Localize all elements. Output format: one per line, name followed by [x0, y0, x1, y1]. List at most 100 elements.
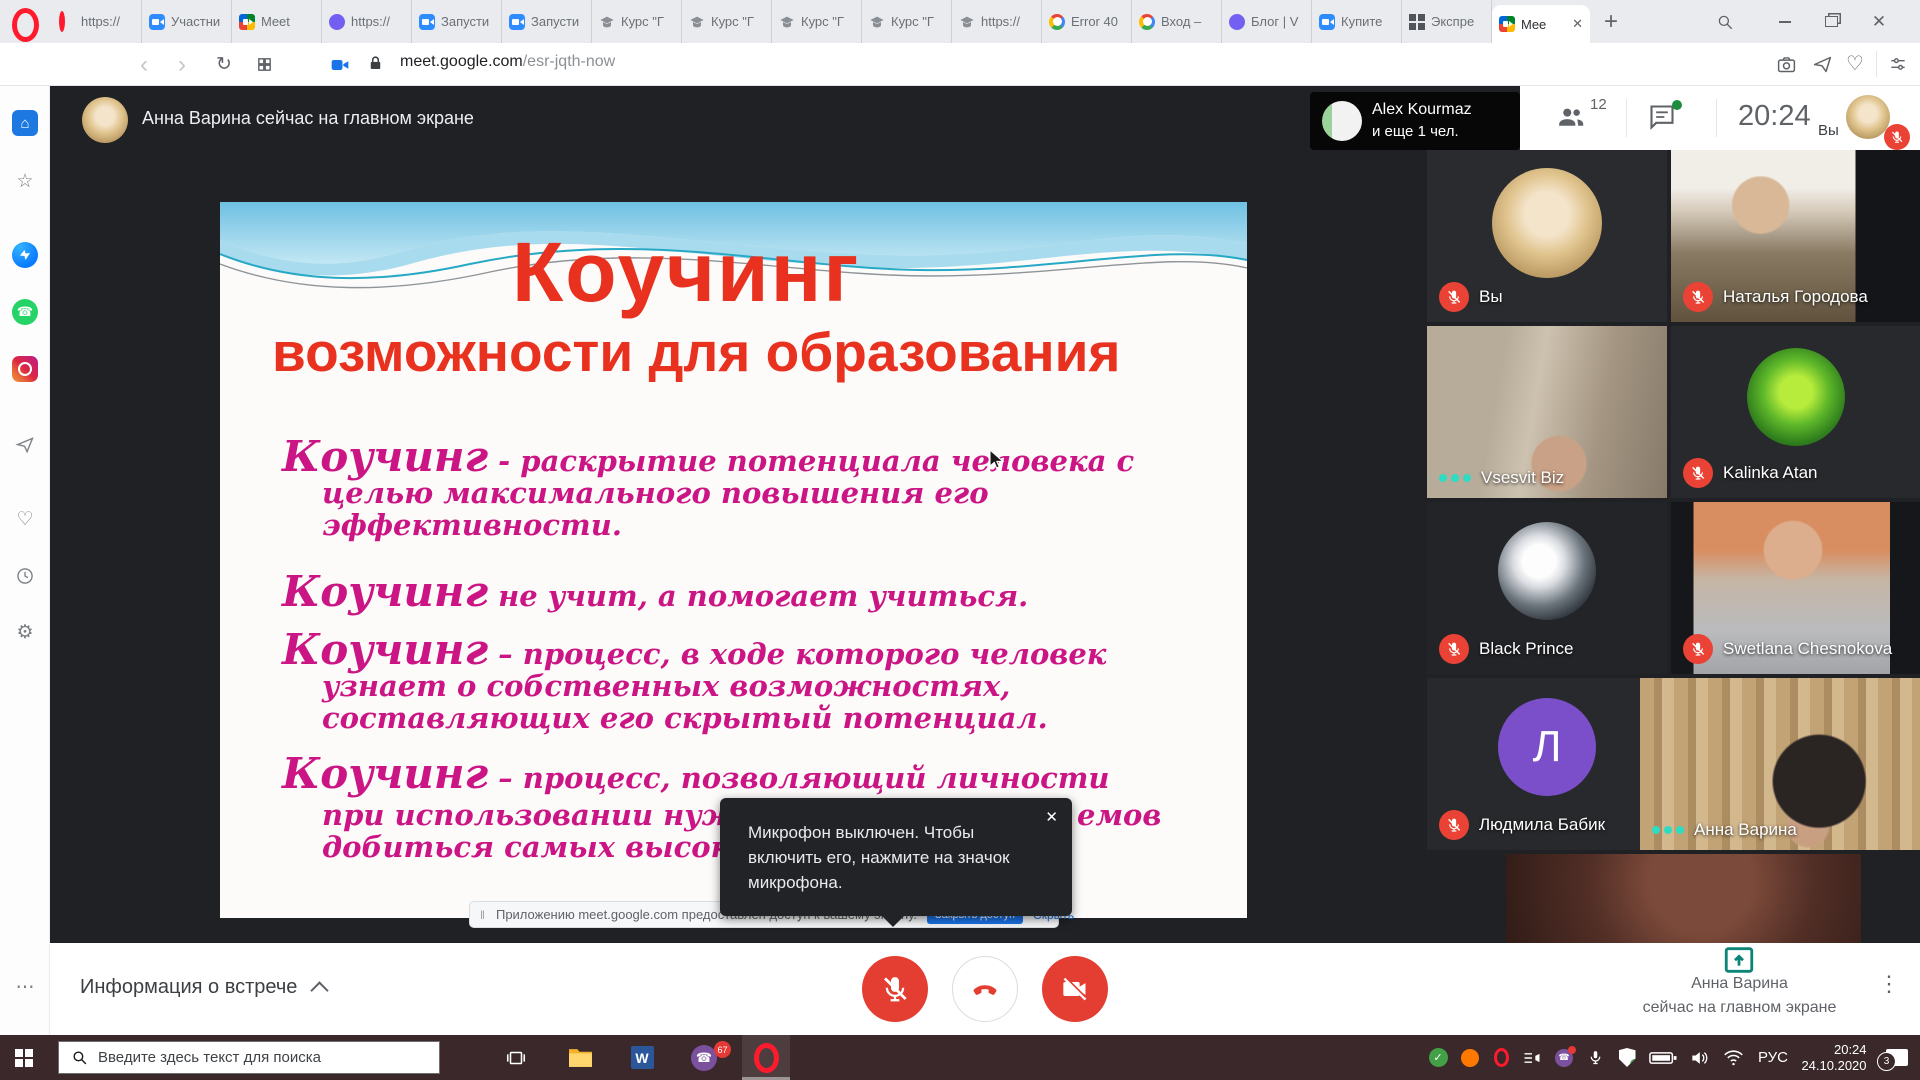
word-button[interactable]: W	[618, 1035, 666, 1080]
participants-icon[interactable]	[1556, 102, 1586, 132]
tab-https-2[interactable]: https://	[952, 0, 1042, 43]
settings-gear-icon[interactable]: ⚙	[12, 619, 38, 645]
window-close-button[interactable]: ✕	[1854, 0, 1904, 43]
participant-tile-kalinka[interactable]: Kalinka Atan	[1671, 326, 1920, 498]
tab-meet-active[interactable]: Mee✕	[1492, 5, 1590, 43]
participant-tile-vsesvit[interactable]: Vsesvit Biz	[1427, 326, 1667, 498]
participant-tile-partial[interactable]	[1506, 854, 1861, 943]
share-send-icon[interactable]	[1812, 54, 1833, 75]
tab-zoom-zapusti-2[interactable]: Запусти	[502, 0, 592, 43]
bookmark-heart-icon[interactable]: ♡	[1846, 51, 1864, 76]
tray-sync-ok-icon[interactable]: ✓	[1422, 1035, 1454, 1080]
action-center-button[interactable]: 3	[1874, 1035, 1920, 1080]
tab-vhod[interactable]: Вход –	[1132, 0, 1222, 43]
tray-defender-icon[interactable]	[1610, 1035, 1644, 1080]
tune-settings-icon[interactable]	[1888, 54, 1908, 74]
forward-icon[interactable]: ›	[178, 45, 186, 85]
graduation-cap-icon	[869, 14, 885, 30]
drag-handle-icon[interactable]: ‖	[480, 908, 486, 922]
participant-tile-lyudmila[interactable]: Л Людмила Бабик	[1427, 678, 1667, 850]
history-clock-icon[interactable]	[12, 563, 38, 589]
tab-viber-https[interactable]: https://	[322, 0, 412, 43]
url-host: meet.google.com	[400, 53, 523, 71]
tray-volume-mixer-icon[interactable]	[1516, 1035, 1548, 1080]
participant-tile-you[interactable]: Вы	[1427, 150, 1667, 322]
instagram-icon[interactable]	[12, 356, 38, 382]
search-icon	[71, 1049, 88, 1066]
meeting-info-button[interactable]: Информация о встрече	[80, 976, 326, 999]
speaking-indicator-icon	[1439, 474, 1471, 482]
tab-kurs-3[interactable]: Курс "Г	[772, 0, 862, 43]
window-minimize-button[interactable]	[1762, 0, 1808, 43]
participant-tile-natalia[interactable]: Наталья Городова	[1671, 150, 1920, 322]
presenting-icon[interactable]	[1722, 943, 1756, 977]
task-view-button[interactable]	[492, 1035, 540, 1080]
messenger-icon[interactable]	[12, 242, 38, 268]
participant-tile-swetlana[interactable]: Swetlana Chesnokova	[1671, 502, 1920, 674]
tooltip-close-icon[interactable]: ✕	[1045, 808, 1058, 826]
camera-permission-icon[interactable]	[330, 55, 350, 75]
sidebar-more-icon[interactable]: ⋯	[12, 974, 38, 1000]
taskbar-search-box[interactable]: Введите здесь текст для поиска	[58, 1041, 440, 1074]
hangup-button[interactable]	[952, 956, 1018, 1022]
tab-https-1[interactable]: https://	[52, 0, 142, 43]
tab-meet-1[interactable]: Meet	[232, 0, 322, 43]
lock-icon[interactable]	[366, 54, 385, 73]
bookmarks-star-icon[interactable]: ☆	[12, 168, 38, 194]
tab-kurs-2[interactable]: Курс "Г	[682, 0, 772, 43]
participants-pill[interactable]: Alex Kourmaz и еще 1 чел.	[1310, 92, 1520, 150]
tray-microphone-icon[interactable]	[1580, 1035, 1610, 1080]
tab-error[interactable]: Error 40	[1042, 0, 1132, 43]
tab-search-icon[interactable]	[1700, 0, 1750, 43]
participant-name: Swetlana Chesnokova	[1723, 639, 1892, 659]
url-field[interactable]: meet.google.com/esr-jqth-now	[400, 53, 615, 71]
tray-time: 20:24	[1801, 1042, 1866, 1058]
tab-close-icon[interactable]: ✕	[1570, 16, 1583, 32]
tray-clock[interactable]: 20:2424.10.2020	[1796, 1035, 1872, 1080]
tab-kurs-4[interactable]: Курс "Г	[862, 0, 952, 43]
new-tab-button[interactable]: +	[1590, 8, 1632, 36]
tab-kupite[interactable]: Купите	[1312, 0, 1402, 43]
speed-dial-grid-icon[interactable]	[256, 56, 273, 73]
tray-wifi-icon[interactable]	[1716, 1035, 1750, 1080]
camera-toggle-button[interactable]	[1042, 956, 1108, 1022]
opera-menu-icon[interactable]	[12, 8, 39, 42]
file-explorer-button[interactable]	[556, 1035, 604, 1080]
opera-button[interactable]	[742, 1035, 790, 1080]
snapshot-camera-icon[interactable]	[1776, 54, 1797, 75]
tray-avast-icon[interactable]	[1454, 1035, 1486, 1080]
mic-muted-icon	[1683, 634, 1713, 664]
opera-icon	[754, 1043, 779, 1073]
self-avatar[interactable]	[1846, 95, 1890, 139]
personal-news-heart-icon[interactable]: ♡	[12, 506, 38, 532]
window-restore-button[interactable]	[1808, 0, 1854, 43]
tab-express[interactable]: Экспре	[1402, 0, 1492, 43]
participant-tile-anna[interactable]: Анна Варина	[1640, 678, 1920, 850]
tab-zoom-uchastni[interactable]: Участни	[142, 0, 232, 43]
slide-paragraph-4: Коучинг– процесс, позволяющий личности	[282, 762, 1110, 794]
back-icon[interactable]: ‹	[140, 45, 148, 85]
mic-toggle-button[interactable]	[862, 956, 928, 1022]
tab-kurs-1[interactable]: Курс "Г	[592, 0, 682, 43]
graduation-cap-icon	[599, 14, 615, 30]
my-flow-icon[interactable]	[12, 432, 38, 458]
tray-opera-icon[interactable]	[1486, 1035, 1516, 1080]
whatsapp-icon[interactable]: ☎	[12, 299, 38, 325]
notification-badge: 3	[1878, 1053, 1895, 1070]
tray-language[interactable]: РУС	[1750, 1035, 1796, 1080]
participant-tile-blackprince[interactable]: Black Prince	[1427, 502, 1667, 674]
start-button[interactable]	[0, 1035, 48, 1080]
tray-speaker-icon[interactable]	[1682, 1035, 1716, 1080]
tray-viber-icon[interactable]: ☎	[1548, 1035, 1580, 1080]
tab-zoom-zapusti-1[interactable]: Запусти	[412, 0, 502, 43]
tray-battery-icon[interactable]	[1644, 1035, 1682, 1080]
screen: https:// Участни Meet https:// Запусти З…	[0, 0, 1920, 1080]
reload-icon[interactable]: ↻	[216, 53, 232, 76]
participant-name: Наталья Городова	[1723, 287, 1868, 307]
more-options-icon[interactable]: ⋮	[1878, 971, 1900, 997]
tab-bar: https:// Участни Meet https:// Запусти З…	[0, 0, 1920, 43]
viber-button[interactable]: ☎67	[680, 1035, 728, 1080]
speed-dial-home-icon[interactable]: ⌂	[12, 110, 38, 136]
graduation-cap-icon	[689, 14, 705, 30]
tab-blog[interactable]: Блог | V	[1222, 0, 1312, 43]
